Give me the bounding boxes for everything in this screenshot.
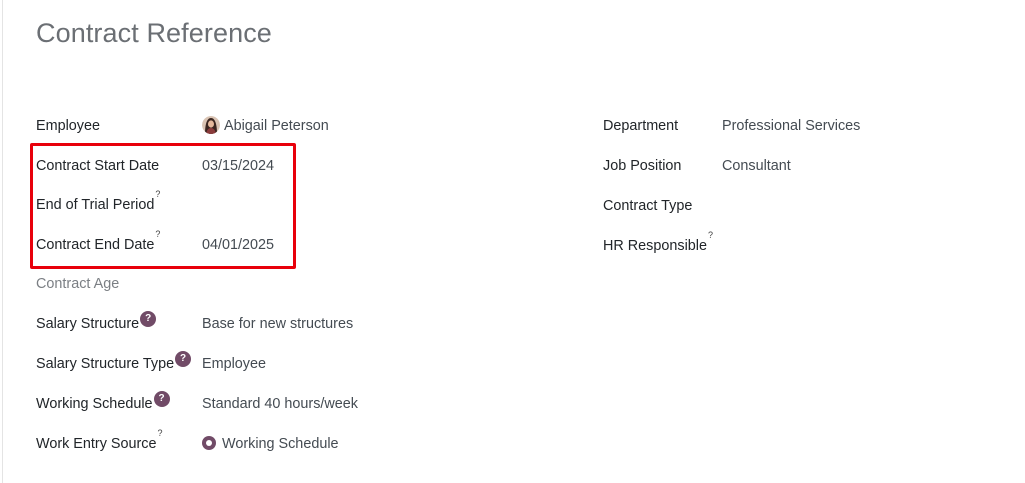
field-label: Salary Structure Type?: [36, 351, 192, 376]
field-label: HR Responsible?: [603, 230, 713, 254]
field-label: Employee: [36, 118, 100, 134]
field-salary-structure-type: Salary Structure Type? Employee: [36, 351, 576, 376]
working-schedule-select[interactable]: Standard 40 hours/week: [202, 392, 358, 416]
work-entry-source-radio-option[interactable]: Working Schedule: [202, 432, 339, 456]
contract-end-date-input[interactable]: 04/01/2025: [202, 233, 274, 257]
contract-start-date-input[interactable]: 03/15/2024: [202, 154, 274, 178]
help-tooltip-icon[interactable]: ?: [708, 230, 713, 240]
employee-name: Abigail Peterson: [224, 118, 329, 134]
salary-structure-select[interactable]: Base for new structures: [202, 312, 353, 336]
help-tooltip-icon[interactable]: ?: [155, 189, 160, 199]
field-contract-age: Contract Age: [36, 272, 576, 296]
help-tooltip-icon[interactable]: ?: [175, 351, 192, 367]
field-employee: Employee Abigail Peterson: [36, 114, 576, 138]
field-hr-responsible: HR Responsible?: [603, 230, 1003, 258]
help-tooltip-icon[interactable]: ?: [140, 311, 157, 327]
hr-responsible-select[interactable]: [722, 234, 982, 258]
field-label: Work Entry Source?: [36, 428, 163, 452]
field-label: Contract Start Date: [36, 158, 160, 174]
radio-selected-icon[interactable]: [202, 436, 216, 451]
page-title[interactable]: Contract Reference: [36, 18, 272, 49]
radio-label: Working Schedule: [222, 436, 339, 452]
job-position-select[interactable]: Consultant: [722, 154, 791, 178]
field-label: End of Trial Period?: [36, 189, 161, 213]
field-contract-type: Contract Type: [603, 194, 1003, 218]
contract-type-select[interactable]: [722, 194, 982, 218]
help-tooltip-icon[interactable]: ?: [155, 229, 160, 239]
field-label: Contract Age: [36, 276, 120, 292]
field-end-of-trial-period: End of Trial Period?: [36, 189, 576, 217]
salary-structure-type-select[interactable]: Employee: [202, 352, 266, 376]
end-of-trial-period-input[interactable]: [202, 193, 502, 217]
field-label: Department: [603, 118, 679, 134]
field-label: Contract Type: [603, 198, 693, 214]
field-working-schedule: Working Schedule? Standard 40 hours/week: [36, 391, 576, 416]
field-label: Job Position: [603, 158, 682, 174]
field-work-entry-source: Work Entry Source? Working Schedule: [36, 428, 576, 456]
help-tooltip-icon[interactable]: ?: [153, 391, 170, 407]
field-label: Salary Structure?: [36, 311, 157, 336]
field-contract-end-date: Contract End Date? 04/01/2025: [36, 229, 576, 257]
employee-value[interactable]: Abigail Peterson: [202, 114, 329, 138]
department-select[interactable]: Professional Services: [722, 114, 860, 138]
field-salary-structure: Salary Structure? Base for new structure…: [36, 311, 576, 336]
field-contract-start-date: Contract Start Date 03/15/2024: [36, 154, 576, 178]
form-sheet: Contract Reference Employee Abigail Pete…: [2, 0, 1025, 483]
field-label: Contract End Date?: [36, 229, 161, 253]
help-tooltip-icon[interactable]: ?: [158, 428, 163, 438]
field-job-position: Job Position Consultant: [603, 154, 1003, 178]
field-department: Department Professional Services: [603, 114, 1003, 138]
field-label: Working Schedule?: [36, 391, 170, 416]
employee-avatar-icon: [202, 116, 220, 135]
